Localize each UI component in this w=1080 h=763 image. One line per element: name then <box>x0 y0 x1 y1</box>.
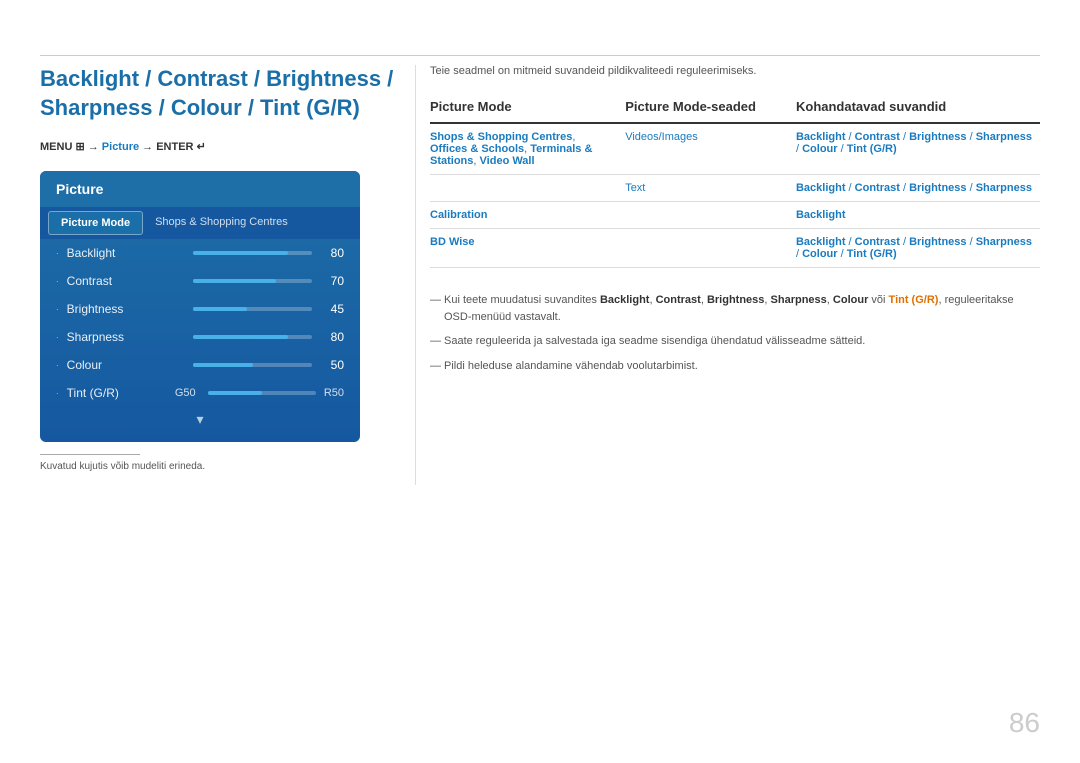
tint-slider[interactable] <box>208 391 316 395</box>
menu-item-contrast[interactable]: · Contrast 70 <box>40 267 360 295</box>
dot-icon: · <box>56 333 59 342</box>
sharpness-label: Sharpness <box>67 330 186 344</box>
bullet-item: Saate reguleerida ja salvestada iga sead… <box>430 329 1040 354</box>
menu-label: MENU <box>40 141 75 153</box>
dot-icon: · <box>56 249 59 258</box>
menu-arrow2: → ENTER <box>142 141 196 153</box>
menu-arrow1: → <box>88 141 102 153</box>
row2-kohan: Backlight / Contrast / Brightness / Shar… <box>796 175 1040 202</box>
row3-kohan: Backlight <box>796 202 1040 229</box>
brightness-label: Brightness <box>67 302 186 316</box>
menu-picture-link[interactable]: Picture <box>102 141 139 153</box>
table-row: Calibration Backlight <box>430 202 1040 229</box>
brightness-value: 45 <box>320 302 344 316</box>
sharpness-value: 80 <box>320 330 344 344</box>
row3-mode: Calibration <box>430 202 625 229</box>
menu-item-backlight[interactable]: · Backlight 80 <box>40 239 360 267</box>
row1-seaded: Videos/Images <box>625 123 796 175</box>
row4-seaded <box>625 229 796 268</box>
row3-seaded <box>625 202 796 229</box>
bullet-list: Kui teete muudatusi suvandites Backlight… <box>430 288 1040 378</box>
tint-value-r: R50 <box>324 387 344 399</box>
backlight-slider[interactable] <box>193 251 312 255</box>
col-header-seaded: Picture Mode-seaded <box>625 93 796 123</box>
tab-picture-mode[interactable]: Picture Mode <box>48 211 143 235</box>
left-column: Backlight / Contrast / Brightness / Shar… <box>40 65 410 472</box>
right-column: Teie seadmel on mitmeid suvandeid pildik… <box>430 65 1040 378</box>
tv-panel-tabs: Picture Mode Shops & Shopping Centres <box>40 207 360 239</box>
contrast-label: Contrast <box>67 274 186 288</box>
menu-icon: ⊞ <box>75 141 84 153</box>
tv-panel-header: Picture <box>40 171 360 207</box>
bottom-divider <box>40 454 140 455</box>
row1-mode: Shops & Shopping Centres, Offices & Scho… <box>430 123 625 175</box>
dot-icon: · <box>56 277 59 286</box>
table-row: Text Backlight / Contrast / Brightness /… <box>430 175 1040 202</box>
dot-icon: · <box>56 389 59 398</box>
colour-value: 50 <box>320 358 344 372</box>
backlight-label: Backlight <box>67 246 186 260</box>
table-row: BD Wise Backlight / Contrast / Brightnes… <box>430 229 1040 268</box>
chevron-down-icon: ▾ <box>40 407 360 432</box>
top-divider <box>40 55 1040 56</box>
brightness-slider[interactable] <box>193 307 312 311</box>
contrast-slider[interactable] <box>193 279 312 283</box>
row1-kohan: Backlight / Contrast / Brightness / Shar… <box>796 123 1040 175</box>
tint-value-g: G50 <box>175 387 196 399</box>
bullet-item: Pildi heleduse alandamine vähendab voolu… <box>430 354 1040 379</box>
intro-text: Teie seadmel on mitmeid suvandeid pildik… <box>430 65 1040 77</box>
bullet-item: Kui teete muudatusi suvandites Backlight… <box>430 288 1040 329</box>
menu-item-colour[interactable]: · Colour 50 <box>40 351 360 379</box>
info-table: Picture Mode Picture Mode-seaded Kohanda… <box>430 93 1040 268</box>
col-header-mode: Picture Mode <box>430 93 625 123</box>
menu-item-sharpness[interactable]: · Sharpness 80 <box>40 323 360 351</box>
menu-item-tint[interactable]: · Tint (G/R) G50 R50 <box>40 379 360 407</box>
tv-panel: Picture Picture Mode Shops & Shopping Ce… <box>40 171 360 442</box>
tint-label: Tint (G/R) <box>67 386 175 400</box>
row2-mode <box>430 175 625 202</box>
row2-seaded: Text <box>625 175 796 202</box>
dot-icon: · <box>56 305 59 314</box>
table-row: Shops & Shopping Centres, Offices & Scho… <box>430 123 1040 175</box>
page-title: Backlight / Contrast / Brightness / Shar… <box>40 65 410 122</box>
backlight-value: 80 <box>320 246 344 260</box>
footnote-text: Kuvatud kujutis võib mudeliti erineda. <box>40 461 410 472</box>
page-number: 86 <box>1009 707 1040 739</box>
row4-kohan: Backlight / Contrast / Brightness / Shar… <box>796 229 1040 268</box>
enter-icon: ↵ <box>197 141 206 153</box>
colour-slider[interactable] <box>193 363 312 367</box>
tab-shops[interactable]: Shops & Shopping Centres <box>143 211 300 235</box>
sharpness-slider[interactable] <box>193 335 312 339</box>
menu-item-brightness[interactable]: · Brightness 45 <box>40 295 360 323</box>
col-header-kohan: Kohandatavad suvandid <box>796 93 1040 123</box>
column-divider <box>415 65 416 485</box>
contrast-value: 70 <box>320 274 344 288</box>
dot-icon: · <box>56 361 59 370</box>
menu-path: MENU ⊞ → Picture → ENTER ↵ <box>40 140 410 153</box>
colour-label: Colour <box>67 358 186 372</box>
row4-mode: BD Wise <box>430 229 625 268</box>
